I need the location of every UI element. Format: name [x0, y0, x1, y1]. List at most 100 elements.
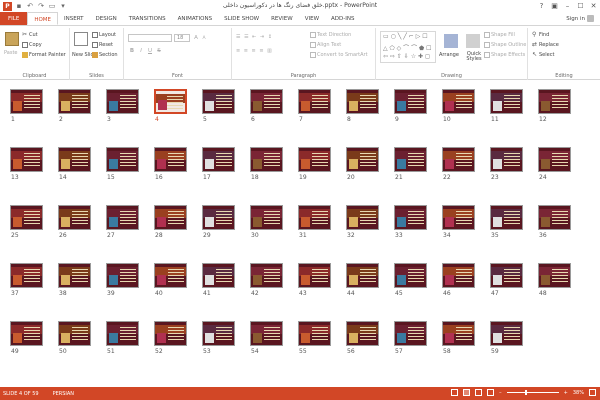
- slide-thumbnail-19[interactable]: [298, 147, 331, 172]
- slide-thumbnail-33[interactable]: [394, 205, 427, 230]
- slide-thumbnail-30[interactable]: [250, 205, 283, 230]
- arrange-icon[interactable]: [444, 34, 458, 48]
- shapes-gallery[interactable]: ▭ ○ ╲ ╱ ⌐ ▷ ☐ △ ⬠ ◇ ⌒ ⌒ ⬟ ☐ ⇦ ⇨ ⇧ ⇩ ☆ ✚ …: [380, 31, 436, 63]
- slide-thumbnail-36[interactable]: [538, 205, 571, 230]
- arrange-button[interactable]: Arrange: [439, 52, 459, 58]
- slide-thumbnail-41[interactable]: [202, 263, 235, 288]
- replace-button[interactable]: ⇄ Replace: [532, 42, 559, 49]
- start-slideshow-icon[interactable]: ▭: [48, 2, 56, 10]
- tab-review[interactable]: REVIEW: [265, 12, 299, 25]
- section-button[interactable]: Section: [92, 52, 118, 58]
- slide-thumbnail-7[interactable]: [298, 89, 331, 114]
- slide-thumbnail-28[interactable]: [154, 205, 187, 230]
- tab-home[interactable]: HOME: [27, 12, 59, 25]
- format-painter-button[interactable]: Format Painter: [22, 52, 66, 58]
- slide-thumbnail-31[interactable]: [298, 205, 331, 230]
- slide-thumbnail-57[interactable]: [394, 321, 427, 346]
- tab-file[interactable]: FILE: [0, 12, 28, 25]
- minimize-button[interactable]: –: [561, 0, 574, 12]
- slide-thumbnail-13[interactable]: [10, 147, 43, 172]
- shape-effects-button[interactable]: Shape Effects: [484, 52, 525, 58]
- slide-thumbnail-3[interactable]: [106, 89, 139, 114]
- slide-thumbnail-25[interactable]: [10, 205, 43, 230]
- slide-thumbnail-38[interactable]: [58, 263, 91, 288]
- slide-thumbnail-53[interactable]: [202, 321, 235, 346]
- tab-view[interactable]: VIEW: [299, 12, 325, 25]
- shape-outline-button[interactable]: Shape Outline: [484, 42, 526, 48]
- slide-thumbnail-24[interactable]: [538, 147, 571, 172]
- ribbon-display-button[interactable]: ▣: [548, 0, 561, 12]
- close-button[interactable]: ✕: [587, 0, 600, 12]
- slide-thumbnail-2[interactable]: [58, 89, 91, 114]
- zoom-in-button[interactable]: +: [564, 390, 568, 396]
- slide-thumbnail-46[interactable]: [442, 263, 475, 288]
- help-button[interactable]: ?: [535, 0, 548, 12]
- quick-styles-icon[interactable]: [466, 34, 480, 48]
- tab-add-ins[interactable]: ADD-INS: [325, 12, 360, 25]
- slide-thumbnail-1[interactable]: [10, 89, 43, 114]
- slide-sorter-view-icon[interactable]: [463, 389, 471, 396]
- tab-transitions[interactable]: TRANSITIONS: [123, 12, 172, 25]
- slide-thumbnail-56[interactable]: [346, 321, 379, 346]
- paste-icon[interactable]: [5, 32, 19, 46]
- language-indicator[interactable]: PERSIAN: [53, 391, 74, 397]
- shape-fill-button[interactable]: Shape Fill: [484, 32, 515, 38]
- slide-thumbnail-4[interactable]: [154, 89, 187, 114]
- slide-thumbnail-11[interactable]: [490, 89, 523, 114]
- zoom-level[interactable]: 38%: [573, 390, 584, 396]
- slideshow-view-icon[interactable]: [487, 389, 495, 396]
- convert-smartart-button[interactable]: Convert to SmartArt: [310, 52, 368, 58]
- slide-thumbnail-47[interactable]: [490, 263, 523, 288]
- slide-thumbnail-22[interactable]: [442, 147, 475, 172]
- slide-thumbnail-40[interactable]: [154, 263, 187, 288]
- font-name-combo[interactable]: [128, 34, 172, 42]
- slide-thumbnail-35[interactable]: [490, 205, 523, 230]
- fit-to-window-icon[interactable]: [589, 389, 596, 396]
- slide-thumbnail-16[interactable]: [154, 147, 187, 172]
- cut-button[interactable]: ✂ Cut: [22, 32, 38, 39]
- reading-view-icon[interactable]: [475, 389, 483, 396]
- slide-thumbnail-8[interactable]: [346, 89, 379, 114]
- save-icon[interactable]: ▪: [15, 2, 23, 10]
- slide-thumbnail-37[interactable]: [10, 263, 43, 288]
- slide-thumbnail-9[interactable]: [394, 89, 427, 114]
- slide-thumbnail-18[interactable]: [250, 147, 283, 172]
- align-buttons[interactable]: ≡ ≡ ≡ ≡ ▥: [236, 48, 273, 54]
- tab-design[interactable]: DESIGN: [90, 12, 123, 25]
- zoom-out-button[interactable]: –: [499, 390, 502, 396]
- tab-insert[interactable]: INSERT: [58, 12, 89, 25]
- tab-animations[interactable]: ANIMATIONS: [172, 12, 219, 25]
- reset-button[interactable]: Reset: [92, 42, 113, 48]
- slide-thumbnail-23[interactable]: [490, 147, 523, 172]
- slide-thumbnail-32[interactable]: [346, 205, 379, 230]
- slide-thumbnail-55[interactable]: [298, 321, 331, 346]
- slide-thumbnail-15[interactable]: [106, 147, 139, 172]
- slide-thumbnail-26[interactable]: [58, 205, 91, 230]
- zoom-slider[interactable]: [506, 390, 559, 395]
- slide-thumbnail-20[interactable]: [346, 147, 379, 172]
- slide-thumbnail-52[interactable]: [154, 321, 187, 346]
- slide-thumbnail-21[interactable]: [394, 147, 427, 172]
- sign-in-link[interactable]: Sign in: [566, 15, 594, 22]
- grow-font-button[interactable]: A: [192, 35, 200, 42]
- redo-icon[interactable]: ↷: [37, 2, 45, 10]
- slide-thumbnail-44[interactable]: [346, 263, 379, 288]
- slide-thumbnail-43[interactable]: [298, 263, 331, 288]
- select-button[interactable]: ↖ Select: [532, 52, 554, 59]
- underline-button[interactable]: U: [146, 48, 154, 55]
- undo-icon[interactable]: ↶: [26, 2, 34, 10]
- slide-thumbnail-34[interactable]: [442, 205, 475, 230]
- tab-slide-show[interactable]: SLIDE SHOW: [218, 12, 265, 25]
- bold-button[interactable]: B: [128, 48, 136, 55]
- slide-thumbnail-6[interactable]: [250, 89, 283, 114]
- slide-thumbnail-59[interactable]: [490, 321, 523, 346]
- slide-thumbnail-10[interactable]: [442, 89, 475, 114]
- zoom-slider-thumb[interactable]: [524, 390, 527, 395]
- shrink-font-button[interactable]: A: [200, 35, 208, 42]
- slide-thumbnail-45[interactable]: [394, 263, 427, 288]
- italic-button[interactable]: I: [137, 48, 145, 55]
- slide-thumbnail-48[interactable]: [538, 263, 571, 288]
- font-size-combo[interactable]: 18: [174, 34, 190, 42]
- slide-thumbnail-12[interactable]: [538, 89, 571, 114]
- slide-thumbnail-42[interactable]: [250, 263, 283, 288]
